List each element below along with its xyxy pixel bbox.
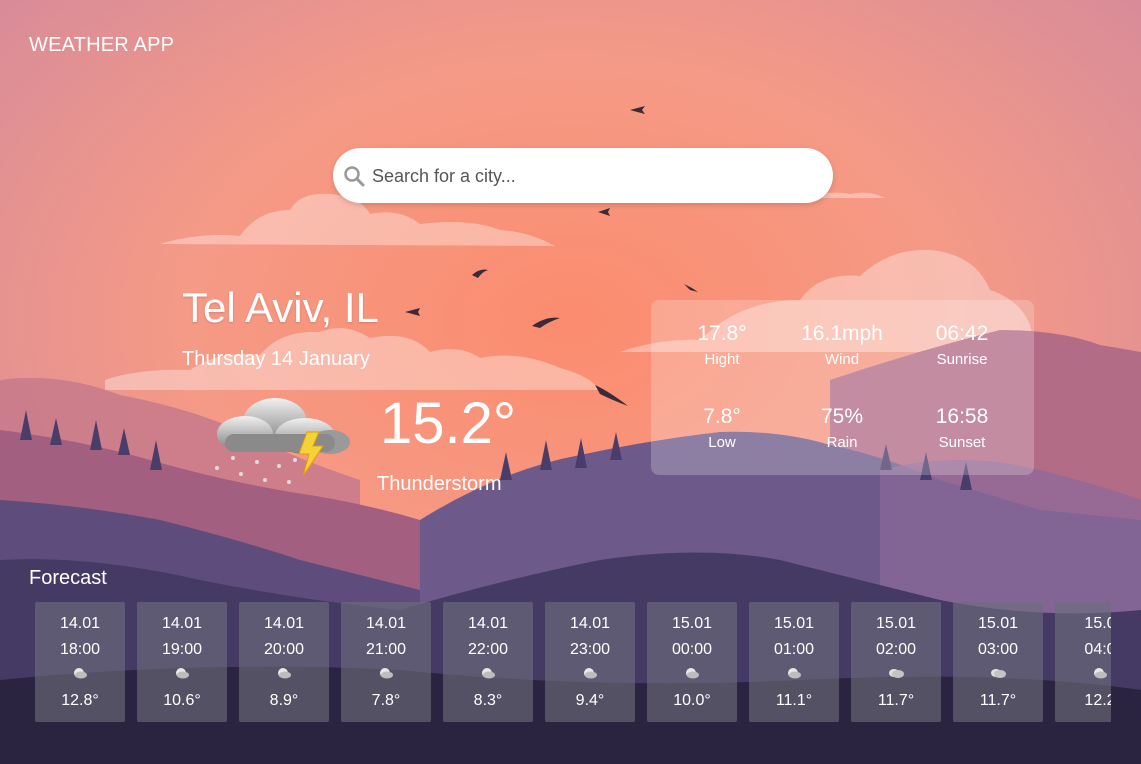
- forecast-time: 23:00: [569, 641, 611, 658]
- moon-cloud-icon: [647, 666, 737, 680]
- cloud-icon: [953, 666, 1043, 680]
- forecast-temp: 8.9°: [269, 692, 299, 709]
- forecast-card: 15.01 01:00 11.1°: [749, 602, 839, 722]
- forecast-list[interactable]: 14.01 18:00 12.8° 14.01 19:00 10.6° 14.0…: [35, 602, 1111, 722]
- weather-details-panel: 17.8° Hight 16.1mph Wind 06:42 Sunrise 7…: [651, 300, 1034, 475]
- moon-cloud-icon: [341, 666, 431, 680]
- rain-stat: 75% Rain: [782, 405, 902, 451]
- forecast-card: 15.01 00:00 10.0°: [647, 602, 737, 722]
- moon-cloud-icon: [443, 666, 533, 680]
- forecast-date: 15.01: [977, 615, 1019, 632]
- wind-stat: 16.1mph Wind: [782, 322, 902, 368]
- sunset-stat: 16:58 Sunset: [902, 405, 1022, 451]
- forecast-date: 15.01: [875, 615, 917, 632]
- sunrise-label: Sunrise: [936, 351, 988, 368]
- forecast-time: 20:00: [263, 641, 305, 658]
- sunrise-value: 06:42: [935, 322, 989, 345]
- wind-label: Wind: [824, 351, 860, 368]
- cloud-icon: [851, 666, 941, 680]
- sunset-label: Sunset: [938, 434, 986, 451]
- forecast-date: 14.01: [263, 615, 305, 632]
- forecast-temp: 10.0°: [673, 692, 711, 709]
- forecast-temp: 11.7°: [979, 692, 1017, 709]
- forecast-time: 03:00: [977, 641, 1019, 658]
- moon-cloud-icon: [137, 666, 227, 680]
- wind-value: 16.1mph: [801, 322, 883, 345]
- high-temp-label: Hight: [704, 351, 740, 368]
- high-temp-value: 17.8°: [697, 322, 747, 345]
- sunset-value: 16:58: [935, 405, 989, 428]
- moon-cloud-icon: [239, 666, 329, 680]
- city-name: Tel Aviv, IL: [182, 284, 379, 331]
- app-title: WEATHER APP: [29, 34, 175, 56]
- forecast-time: 04:0: [1084, 641, 1111, 658]
- forecast-temp: 9.4°: [575, 692, 605, 709]
- forecast-time: 01:00: [773, 641, 815, 658]
- forecast-time: 18:00: [59, 641, 101, 658]
- forecast-card: 15.0 04:0 12.2: [1055, 602, 1111, 722]
- forecast-date: 15.01: [773, 615, 815, 632]
- forecast-card: 14.01 23:00 9.4°: [545, 602, 635, 722]
- forecast-date: 14.01: [569, 615, 611, 632]
- forecast-temp: 7.8°: [371, 692, 401, 709]
- moon-cloud-icon: [35, 666, 125, 680]
- forecast-card: 14.01 22:00 8.3°: [443, 602, 533, 722]
- forecast-card: 14.01 18:00 12.8°: [35, 602, 125, 722]
- rain-label: Rain: [826, 434, 858, 451]
- forecast-time: 19:00: [161, 641, 203, 658]
- forecast-temp: 8.3°: [473, 692, 503, 709]
- forecast-title: Forecast: [29, 567, 107, 589]
- rain-value: 75%: [820, 405, 864, 428]
- forecast-date: 14.01: [59, 615, 101, 632]
- moon-cloud-icon: [545, 666, 635, 680]
- forecast-card: 14.01 19:00 10.6°: [137, 602, 227, 722]
- search-input[interactable]: [370, 148, 814, 205]
- forecast-date: 14.01: [365, 615, 407, 632]
- low-temp-label: Low: [708, 434, 736, 451]
- forecast-temp: 12.2: [1084, 692, 1111, 709]
- forecast-temp: 10.6°: [163, 692, 201, 709]
- forecast-date: 15.0: [1084, 615, 1111, 632]
- forecast-card: 14.01 20:00 8.9°: [239, 602, 329, 722]
- forecast-card: 14.01 21:00 7.8°: [341, 602, 431, 722]
- forecast-date: 15.01: [671, 615, 713, 632]
- forecast-time: 21:00: [365, 641, 407, 658]
- moon-cloud-icon: [749, 666, 839, 680]
- high-temp-stat: 17.8° Hight: [662, 322, 782, 368]
- moon-cloud-icon: [1055, 666, 1111, 680]
- current-temperature: 15.2°: [380, 391, 517, 456]
- low-temp-value: 7.8°: [703, 405, 741, 428]
- forecast-temp: 12.8°: [61, 692, 99, 709]
- low-temp-stat: 7.8° Low: [662, 405, 782, 451]
- forecast-time: 22:00: [467, 641, 509, 658]
- sunrise-stat: 06:42 Sunrise: [902, 322, 1022, 368]
- thunderstorm-icon: [205, 392, 355, 492]
- forecast-date: 14.01: [467, 615, 509, 632]
- forecast-card: 15.01 03:00 11.7°: [953, 602, 1043, 722]
- forecast-temp: 11.7°: [877, 692, 915, 709]
- weather-condition: Thunderstorm: [377, 473, 502, 495]
- forecast-time: 02:00: [875, 641, 917, 658]
- forecast-card: 15.01 02:00 11.7°: [851, 602, 941, 722]
- current-date: Thursday 14 January: [182, 348, 370, 370]
- forecast-date: 14.01: [161, 615, 203, 632]
- search-icon: [344, 166, 365, 187]
- forecast-time: 00:00: [671, 641, 713, 658]
- forecast-temp: 11.1°: [775, 692, 813, 709]
- search-bar[interactable]: [333, 148, 833, 205]
